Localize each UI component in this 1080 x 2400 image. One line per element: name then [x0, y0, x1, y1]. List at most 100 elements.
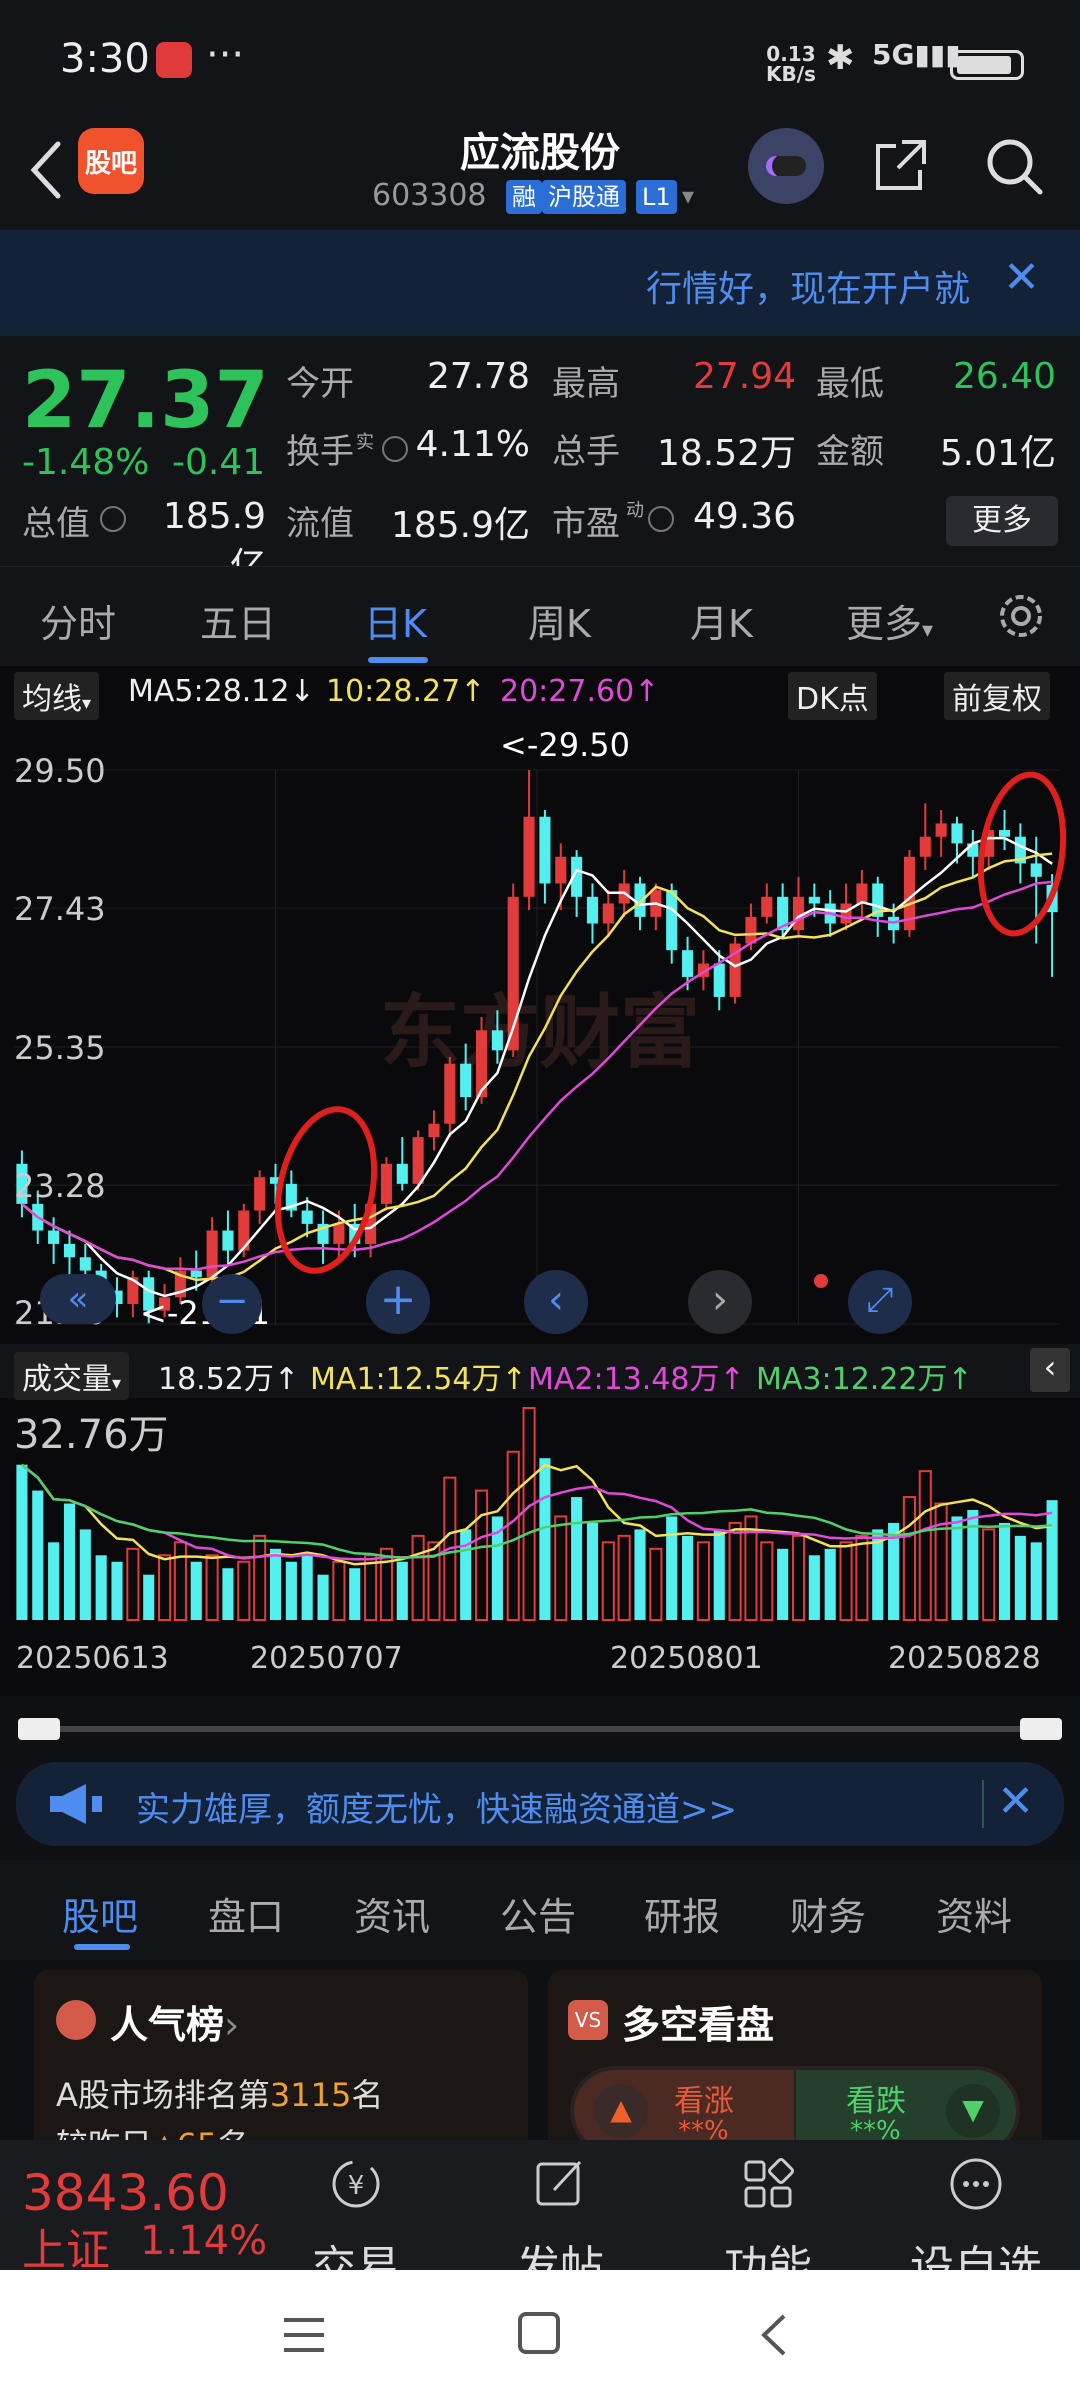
ranking-icon — [56, 2000, 96, 2040]
tab-daily-k[interactable]: 日K — [364, 593, 427, 648]
volume-chart[interactable]: 32.76万 20250613 20250707 20250801 202508… — [0, 1398, 1080, 1696]
zoom-out-button[interactable]: − — [202, 1274, 262, 1334]
candlestick-chart[interactable]: 东方财富 29.5027.4325.3523.2821.20 <-29.50 <… — [0, 720, 1080, 1344]
info-icon[interactable] — [648, 506, 674, 532]
back-icon[interactable] — [26, 130, 66, 210]
bull-label: 看涨 — [674, 2084, 734, 2119]
volume-bar — [682, 1535, 694, 1620]
fullscreen-icon[interactable]: ⤢ — [848, 1270, 912, 1334]
scroll-left-fast-button[interactable]: « — [40, 1274, 116, 1324]
chevron-down-icon[interactable]: ▾ — [682, 182, 694, 210]
high-annotation: <-29.50 — [500, 726, 630, 764]
tab-research[interactable]: 研报 — [644, 1886, 720, 1941]
candle-body — [206, 1230, 218, 1278]
collapse-panel-icon[interactable]: ‹ — [1030, 1348, 1070, 1392]
tab-more[interactable]: 更多▾ — [846, 593, 933, 648]
candle-body — [951, 823, 963, 844]
volume-bar — [539, 1458, 551, 1620]
dk-point-toggle[interactable]: DK点 — [788, 672, 877, 720]
tab-intraday[interactable]: 分时 — [40, 593, 116, 648]
financing-ad[interactable]: 实力雄厚，额度无忧，快速融资通道>> ✕ — [16, 1762, 1064, 1846]
volume-bar — [411, 1534, 425, 1621]
menu-icon[interactable] — [280, 2312, 328, 2358]
adjust-selector[interactable]: 前复权 — [944, 672, 1050, 720]
volume-bar — [396, 1561, 408, 1620]
ma-selector[interactable]: 均线▾ — [14, 672, 100, 720]
candle-body — [919, 836, 931, 857]
volume-bar — [824, 1548, 836, 1620]
open-account-banner[interactable]: 行情好，现在开户就 ✕ — [0, 230, 1080, 336]
more-notifications-icon: ··· — [206, 32, 245, 78]
assistant-robot-icon[interactable] — [748, 128, 824, 204]
dynamic-mark: 动 — [626, 500, 644, 521]
popularity-card[interactable]: 人气榜› A股市场排名第3115名 较昨日▲65名 — [34, 1970, 528, 2164]
trade-yen-icon: ¥ — [332, 2160, 380, 2208]
price-tick-label: 25.35 — [14, 1029, 106, 1067]
tab-orderbook[interactable]: 盘口 — [208, 1886, 284, 1941]
change-amount: -0.41 — [172, 442, 266, 483]
grid-apps-icon — [744, 2158, 794, 2208]
volume-bar — [205, 1554, 219, 1622]
candle-body — [666, 890, 678, 951]
tab-profile[interactable]: 资料 — [936, 1886, 1012, 1941]
volume-bar — [728, 1521, 742, 1621]
field-label: 流值 — [286, 504, 354, 544]
candle-body — [539, 816, 551, 884]
close-icon[interactable]: ✕ — [1003, 252, 1040, 303]
guba-button[interactable]: 股吧 — [78, 128, 144, 194]
settings-gear-icon[interactable] — [996, 591, 1046, 641]
chart-range-slider[interactable] — [18, 1718, 1062, 1740]
card-title: 人气榜› — [110, 1994, 239, 2049]
chevron-down-icon: ▾ — [922, 618, 934, 643]
candle-body — [79, 1257, 91, 1271]
tab-five-day[interactable]: 五日 — [200, 593, 276, 648]
more-button[interactable]: 更多 — [946, 496, 1058, 546]
bull-bear-card[interactable]: VS 多空看盘 ▲ 看涨 **% 看跌 **% ▼ — [548, 1970, 1042, 2160]
volume-bar — [222, 1568, 234, 1620]
volume-bar — [95, 1555, 107, 1620]
volume-bar — [158, 1554, 172, 1622]
volume-bar — [554, 1515, 568, 1621]
index-ticker[interactable]: 3843.60 上证 1.14% — [0, 2140, 280, 2276]
date-label: 20250801 — [610, 1641, 763, 1676]
info-icon[interactable] — [100, 506, 126, 532]
tab-guba[interactable]: 股吧 — [62, 1886, 138, 1941]
close-icon[interactable]: ✕ — [997, 1776, 1034, 1827]
candle-body — [856, 883, 868, 904]
candle-body — [682, 950, 694, 977]
bluetooth-icon: ✱ — [826, 38, 855, 78]
tab-weekly-k[interactable]: 周K — [528, 593, 591, 648]
tab-monthly-k[interactable]: 月K — [690, 593, 753, 648]
active-tab-indicator — [74, 1944, 130, 1950]
volume-bar — [474, 1489, 489, 1621]
scroll-left-button[interactable]: ‹ — [524, 1270, 588, 1334]
ad-text: 实力雄厚，额度无忧，快速融资通道>> — [136, 1790, 737, 1830]
field-value: 185.9亿 — [390, 505, 530, 546]
period-tabs: 分时 五日 日K 周K 月K 更多▾ — [0, 566, 1080, 666]
tab-announcements[interactable]: 公告 — [500, 1886, 576, 1941]
tab-news[interactable]: 资讯 — [354, 1886, 430, 1941]
field-label: 换手 — [286, 432, 354, 472]
network-speed: 0.13 KB/s — [766, 44, 816, 84]
active-tab-indicator — [368, 657, 428, 663]
tab-more-label: 更多 — [846, 602, 923, 646]
watermark: 东方财富 — [380, 986, 700, 1079]
stock-header: 股吧 应流股份 603308 融 沪股通 L1 ▾ — [0, 120, 1080, 230]
back-icon[interactable] — [754, 2310, 794, 2360]
zoom-in-button[interactable]: + — [366, 1270, 430, 1334]
search-icon[interactable] — [982, 134, 1046, 198]
scroll-right-button[interactable]: › — [688, 1270, 752, 1334]
indicator-selector[interactable]: 成交量▾ — [14, 1352, 130, 1400]
volume-bar — [918, 1470, 932, 1621]
status-bar: 3:30 ··· 0.13 KB/s ✱ 5G▮▮▮ — [0, 0, 1080, 120]
home-icon[interactable] — [516, 2310, 562, 2356]
tab-finance[interactable]: 财务 — [790, 1886, 866, 1941]
ma20-value: 20:27.60↑ — [500, 674, 660, 709]
volume-legend-bar: 成交量▾ 18.52万↑ MA1:12.54万↑ MA2:13.48万↑ MA3… — [0, 1344, 1080, 1400]
field-value: 49.36 — [692, 496, 796, 537]
volume-bar — [32, 1490, 44, 1620]
indicator-selector-label: 成交量 — [22, 1362, 112, 1397]
share-icon[interactable] — [872, 136, 930, 194]
volume-bar — [349, 1568, 361, 1620]
quote-panel: 27.37 -1.48% -0.41 今开 27.78 最高 27.94 最低 … — [0, 336, 1080, 587]
